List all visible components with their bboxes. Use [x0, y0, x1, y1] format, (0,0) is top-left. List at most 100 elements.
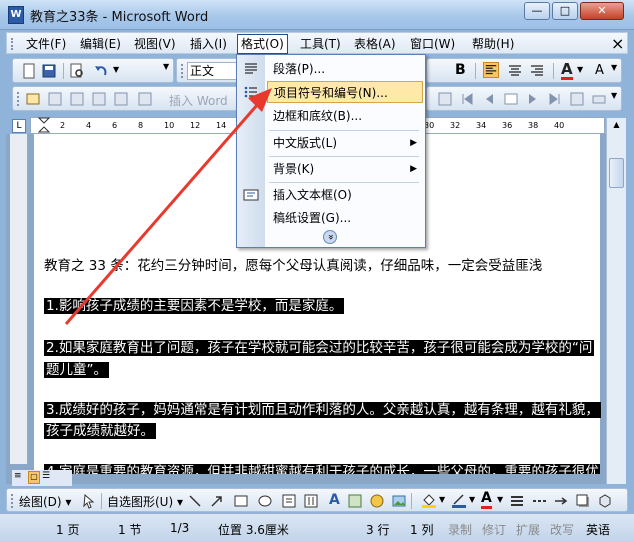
print-preview-icon[interactable] [69, 63, 85, 79]
draw-font-color-icon[interactable]: A [481, 491, 492, 509]
scroll-thumb[interactable] [609, 158, 624, 188]
outline-view-icon[interactable]: ☰ [42, 471, 54, 484]
indent-marker-icon[interactable] [37, 117, 51, 133]
menu-item-bullets-numbering[interactable]: 项目符号和编号(N)... [267, 81, 423, 103]
undo-dropdown-icon[interactable]: ▼ [113, 65, 119, 74]
maximize-button[interactable]: □ [552, 2, 578, 20]
align-center-icon[interactable] [507, 63, 523, 79]
textbox-tool-icon[interactable] [281, 493, 297, 509]
insert-address-icon[interactable] [113, 91, 129, 107]
menu-item-background[interactable]: 背景(K) ▶ [267, 158, 423, 180]
paragraph-4-clip: 4.家庭是重要的教育资源，但并非越甜蜜越有利于孩子的成长，一些父母的，重要的孩子… [34, 460, 600, 474]
save-icon[interactable] [41, 63, 57, 79]
menu-item-insert-textbox[interactable]: 插入文本框(O) [267, 184, 423, 206]
diagram-icon[interactable] [347, 493, 363, 509]
undo-icon[interactable] [93, 63, 109, 79]
menu-table[interactable]: 表格(A) [351, 36, 399, 53]
toolbar-grip[interactable] [181, 64, 184, 78]
vertical-textbox-icon[interactable] [303, 493, 319, 509]
mail-merge-icon[interactable] [25, 91, 41, 107]
first-record-icon[interactable] [459, 91, 475, 107]
draw-font-color-dropdown-icon[interactable]: ▼ [497, 495, 503, 504]
menu-view[interactable]: 视图(V) [131, 36, 179, 53]
new-document-icon[interactable] [21, 63, 37, 79]
formatting-toolbar: 正文 [176, 58, 238, 83]
menu-item-asian-layout[interactable]: 中文版式(L) ▶ [267, 132, 423, 154]
menu-help[interactable]: 帮助(H) [469, 36, 517, 53]
toolbar-options-icon[interactable]: ▼ [163, 62, 173, 80]
clip-art-icon[interactable] [369, 493, 385, 509]
menu-format[interactable]: 格式(O) [237, 34, 288, 54]
menu-item-paragraph[interactable]: 段落(P)... [267, 58, 423, 80]
font-color-button[interactable]: A [561, 61, 573, 80]
draw-menu-button[interactable]: 绘图(D) ▾ [19, 493, 71, 510]
menu-file[interactable]: 文件(F) [23, 36, 69, 53]
insert-word-field-button[interactable]: 插入 Word [169, 92, 228, 109]
insert-picture-icon[interactable] [391, 493, 407, 509]
word-app-icon[interactable]: W [8, 6, 24, 24]
vertical-scrollbar[interactable]: ▲ [606, 118, 626, 484]
autoshapes-button[interactable]: 自选图形(U) ▾ [107, 493, 183, 510]
menu-edit[interactable]: 编辑(E) [77, 36, 124, 53]
scroll-up-icon[interactable]: ▲ [609, 120, 624, 135]
align-left-icon[interactable] [483, 62, 499, 78]
menubar-grip[interactable] [11, 38, 14, 50]
toolbar-separator [553, 63, 554, 79]
next-record-icon[interactable] [525, 91, 541, 107]
toolbar-grip[interactable] [11, 494, 14, 508]
arrow-style-icon[interactable] [553, 493, 569, 509]
toolbar-options-icon[interactable]: ▼ [611, 91, 617, 100]
tab-selector-icon[interactable]: L [12, 119, 26, 133]
vertical-ruler[interactable] [10, 134, 28, 464]
record-number-icon[interactable] [503, 91, 519, 107]
submenu-arrow-icon: ▶ [410, 164, 417, 174]
align-right-icon[interactable] [529, 63, 545, 79]
merge-to-document-icon[interactable] [569, 91, 585, 107]
merge-field-icon[interactable] [437, 91, 453, 107]
menu-item-borders-shading[interactable]: 边框和底纹(B)... [267, 105, 423, 127]
fill-color-icon[interactable] [421, 492, 437, 508]
status-record-macro[interactable]: 录制 [448, 521, 472, 538]
menu-window[interactable]: 窗口(W) [407, 36, 458, 53]
insert-fields-icon[interactable] [91, 91, 107, 107]
print-layout-view-icon[interactable]: ▢ [28, 471, 40, 484]
arrow-tool-icon[interactable] [209, 493, 225, 509]
last-record-icon[interactable] [547, 91, 563, 107]
dash-style-icon[interactable] [531, 493, 547, 509]
toolbar-options-icon[interactable]: ▼ [611, 63, 617, 72]
menu-item-manuscript-settings[interactable]: 稿纸设置(G)... [267, 207, 423, 229]
menu-tools[interactable]: 工具(T) [297, 36, 344, 53]
status-overtype[interactable]: 改写 [550, 521, 574, 538]
merge-to-printer-icon[interactable] [591, 91, 607, 107]
previous-record-icon[interactable] [481, 91, 497, 107]
font-color-dropdown-icon[interactable]: ▼ [577, 65, 583, 74]
line-icon[interactable] [187, 493, 203, 509]
font-size-button[interactable]: A [595, 63, 604, 78]
line-style-icon[interactable] [509, 493, 525, 509]
menu-insert[interactable]: 插入(I) [187, 36, 230, 53]
line-color-dropdown-icon[interactable]: ▼ [469, 495, 475, 504]
shadow-style-icon[interactable] [575, 493, 591, 509]
paragraph-3-line-1: 3.成绩好的孩子，妈妈通常是有计划而且动作利落的人。父亲越认真，越有条理，越有礼… [44, 398, 601, 418]
edit-recipients-icon[interactable] [69, 91, 85, 107]
status-section: 1 节 [118, 523, 142, 537]
rectangle-icon[interactable] [233, 493, 249, 509]
fill-color-dropdown-icon[interactable]: ▼ [439, 495, 445, 504]
minimize-button[interactable]: — [524, 2, 550, 20]
select-objects-icon[interactable] [81, 493, 97, 509]
3d-style-icon[interactable] [597, 493, 613, 509]
recipients-icon[interactable] [47, 91, 63, 107]
oval-icon[interactable] [257, 493, 273, 509]
status-track-changes[interactable]: 修订 [482, 521, 506, 538]
insert-field-icon[interactable] [137, 91, 153, 107]
close-button[interactable]: ✕ [580, 2, 624, 20]
bold-button[interactable]: B [455, 62, 466, 78]
status-extend[interactable]: 扩展 [516, 521, 540, 538]
style-select[interactable]: 正文 [187, 62, 237, 80]
wordart-icon[interactable]: A [329, 492, 340, 508]
normal-view-icon[interactable]: ≡ [14, 471, 26, 484]
close-document-icon[interactable]: × [611, 34, 624, 53]
expand-menu-icon[interactable]: » [323, 230, 337, 244]
toolbar-grip[interactable] [17, 92, 20, 106]
line-color-icon[interactable] [451, 492, 467, 508]
